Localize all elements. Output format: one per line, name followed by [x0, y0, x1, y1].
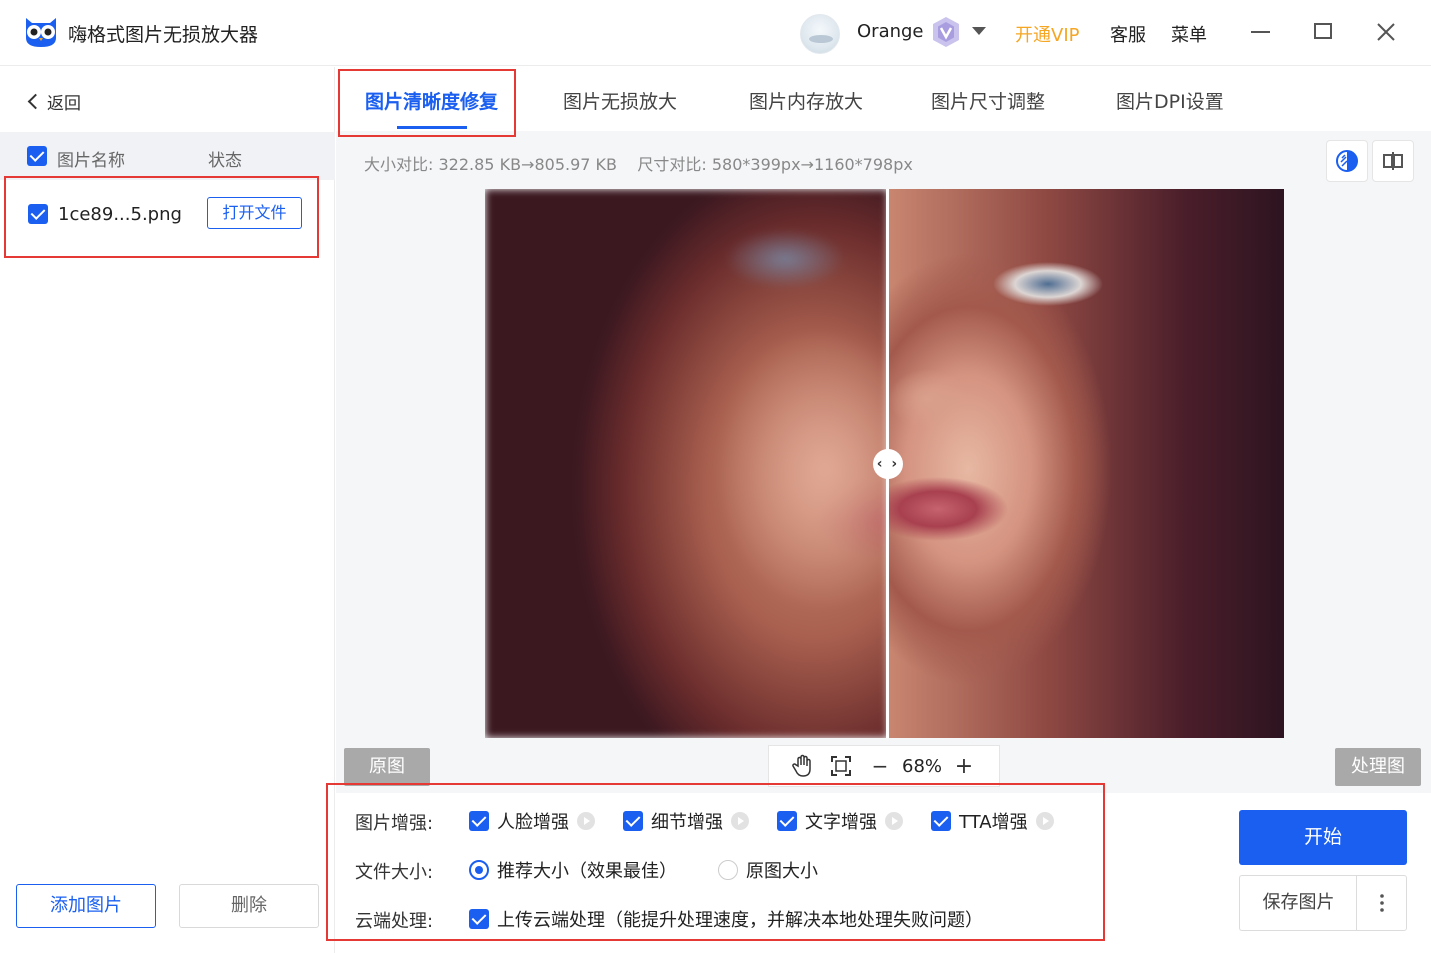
tab-dpi-settings[interactable]: 图片DPI设置 — [1116, 87, 1224, 114]
more-vertical-icon — [1379, 894, 1384, 912]
start-button[interactable]: 开始 — [1239, 810, 1407, 865]
processed-label: 处理图 — [1335, 748, 1421, 786]
open-file-button[interactable]: 打开文件 — [207, 197, 302, 229]
tab-lossless-upscale[interactable]: 图片无损放大 — [563, 87, 677, 114]
more-options-button[interactable] — [1356, 875, 1407, 931]
main-panel: 图片清晰度修复 图片无损放大 图片内存放大 图片尺寸调整 图片DPI设置 大小对… — [326, 67, 1431, 953]
cloud-label: 云端处理: — [355, 911, 434, 932]
maximize-icon[interactable] — [1314, 23, 1332, 39]
play-demo-icon[interactable] — [577, 812, 595, 830]
zoom-level: 68% — [902, 756, 943, 777]
play-demo-icon[interactable] — [731, 812, 749, 830]
tta-enhance-option[interactable]: TTA增强 — [931, 808, 1054, 834]
recommended-size-label: 推荐大小（效果最佳） — [497, 861, 677, 882]
size-from: 322.85 KB — [438, 155, 522, 174]
processed-image — [888, 189, 1284, 738]
detail-enhance-option[interactable]: 细节增强 — [623, 808, 749, 834]
save-image-button[interactable]: 保存图片 — [1239, 875, 1357, 931]
file-name: 1ce89...5.png — [58, 204, 182, 225]
size-to: 805.97 KB — [534, 155, 617, 174]
chevron-left-icon — [27, 93, 44, 110]
file-list-header: 图片名称 状态 — [0, 132, 335, 180]
delete-button[interactable]: 删除 — [179, 884, 319, 928]
tta-enhance-label: TTA增强 — [959, 812, 1028, 833]
face-enhance-label: 人脸增强 — [497, 812, 569, 833]
compare-info: 大小对比: 322.85 KB→805.97 KB 尺寸对比: 580*399p… — [364, 151, 913, 175]
fit-screen-icon[interactable] — [821, 746, 861, 786]
tab-size-adjust[interactable]: 图片尺寸调整 — [931, 87, 1045, 114]
vip-badge-icon — [933, 17, 959, 47]
text-enhance-label: 文字增强 — [805, 812, 877, 833]
enhance-label: 图片增强: — [355, 813, 434, 834]
recommended-size-option[interactable]: 推荐大小（效果最佳） — [469, 857, 677, 883]
contrast-icon — [1336, 150, 1358, 172]
title-bar: 嗨格式图片无损放大器 Orange 开通VIP 客服 菜单 — [0, 0, 1431, 66]
contrast-toggle-button[interactable] — [1326, 140, 1368, 182]
username[interactable]: Orange — [857, 21, 924, 42]
zoom-out-button[interactable]: − — [865, 746, 895, 786]
owl-logo-icon — [26, 18, 56, 47]
back-label: 返回 — [47, 94, 81, 114]
app-title: 嗨格式图片无损放大器 — [68, 24, 259, 46]
column-status-header: 状态 — [208, 151, 242, 171]
dimension-from: 580*399px — [711, 155, 801, 174]
customer-service-link[interactable]: 客服 — [1110, 21, 1146, 47]
tta-enhance-checkbox[interactable] — [931, 811, 951, 831]
active-tab-highlight-box — [338, 69, 516, 137]
compare-preview[interactable]: ‹ › — [485, 189, 1284, 738]
cloud-processing-option[interactable]: 上传云端处理（能提升处理速度，并解决本地处理失败问题） — [469, 906, 983, 932]
recommended-size-radio[interactable] — [469, 860, 489, 880]
original-size-option[interactable]: 原图大小 — [718, 857, 818, 883]
text-enhance-checkbox[interactable] — [777, 811, 797, 831]
close-icon[interactable] — [1376, 22, 1396, 42]
zoom-in-button[interactable]: + — [949, 746, 979, 786]
hand-pan-icon[interactable] — [783, 746, 823, 786]
face-enhance-option[interactable]: 人脸增强 — [469, 808, 595, 834]
split-view-icon — [1383, 152, 1403, 170]
menu-link[interactable]: 菜单 — [1171, 21, 1207, 47]
column-name-header: 图片名称 — [57, 151, 125, 171]
cloud-processing-checkbox[interactable] — [469, 909, 489, 929]
user-dropdown-icon[interactable] — [972, 27, 986, 35]
detail-enhance-checkbox[interactable] — [623, 811, 643, 831]
play-demo-icon[interactable] — [885, 812, 903, 830]
detail-enhance-label: 细节增强 — [651, 812, 723, 833]
original-image — [485, 189, 888, 738]
split-handle-icon[interactable]: ‹ › — [873, 449, 903, 479]
split-view-button[interactable] — [1372, 140, 1414, 182]
original-size-radio[interactable] — [718, 860, 738, 880]
tab-memory-upscale[interactable]: 图片内存放大 — [749, 87, 863, 114]
feature-tabs: 图片清晰度修复 图片无损放大 图片内存放大 图片尺寸调整 图片DPI设置 — [336, 67, 1431, 137]
filesize-label: 文件大小: — [355, 862, 434, 883]
cloud-processing-label: 上传云端处理（能提升处理速度，并解决本地处理失败问题） — [497, 910, 983, 931]
size-arrow: → — [521, 155, 535, 174]
file-sidebar: 返回 图片名称 状态 1ce89...5.png 打开文件 添加图片 删除 — [0, 67, 335, 953]
zoom-toolbar: − 68% + — [768, 745, 1000, 787]
open-vip-link[interactable]: 开通VIP — [1015, 21, 1079, 47]
dimension-arrow: → — [800, 155, 814, 174]
select-all-checkbox[interactable] — [27, 146, 47, 166]
play-demo-icon[interactable] — [1035, 812, 1054, 830]
original-label: 原图 — [344, 748, 430, 786]
back-button[interactable]: 返回 — [26, 89, 81, 114]
user-avatar[interactable] — [800, 14, 840, 54]
text-enhance-option[interactable]: 文字增强 — [777, 808, 903, 834]
size-compare-label: 大小对比: — [364, 155, 434, 174]
file-row[interactable]: 1ce89...5.png 打开文件 — [4, 176, 319, 258]
settings-panel: 图片增强: 人脸增强 细节增强 文字增强 TTA增强 文件大小: 推荐大小（效果… — [326, 783, 1431, 953]
file-checkbox[interactable] — [28, 204, 48, 224]
add-image-button[interactable]: 添加图片 — [16, 884, 156, 928]
face-enhance-checkbox[interactable] — [469, 811, 489, 831]
original-size-label: 原图大小 — [746, 861, 818, 882]
minimize-icon[interactable] — [1251, 31, 1270, 33]
dimension-compare-label: 尺寸对比: — [637, 155, 707, 174]
dimension-to: 1160*798px — [813, 155, 913, 174]
